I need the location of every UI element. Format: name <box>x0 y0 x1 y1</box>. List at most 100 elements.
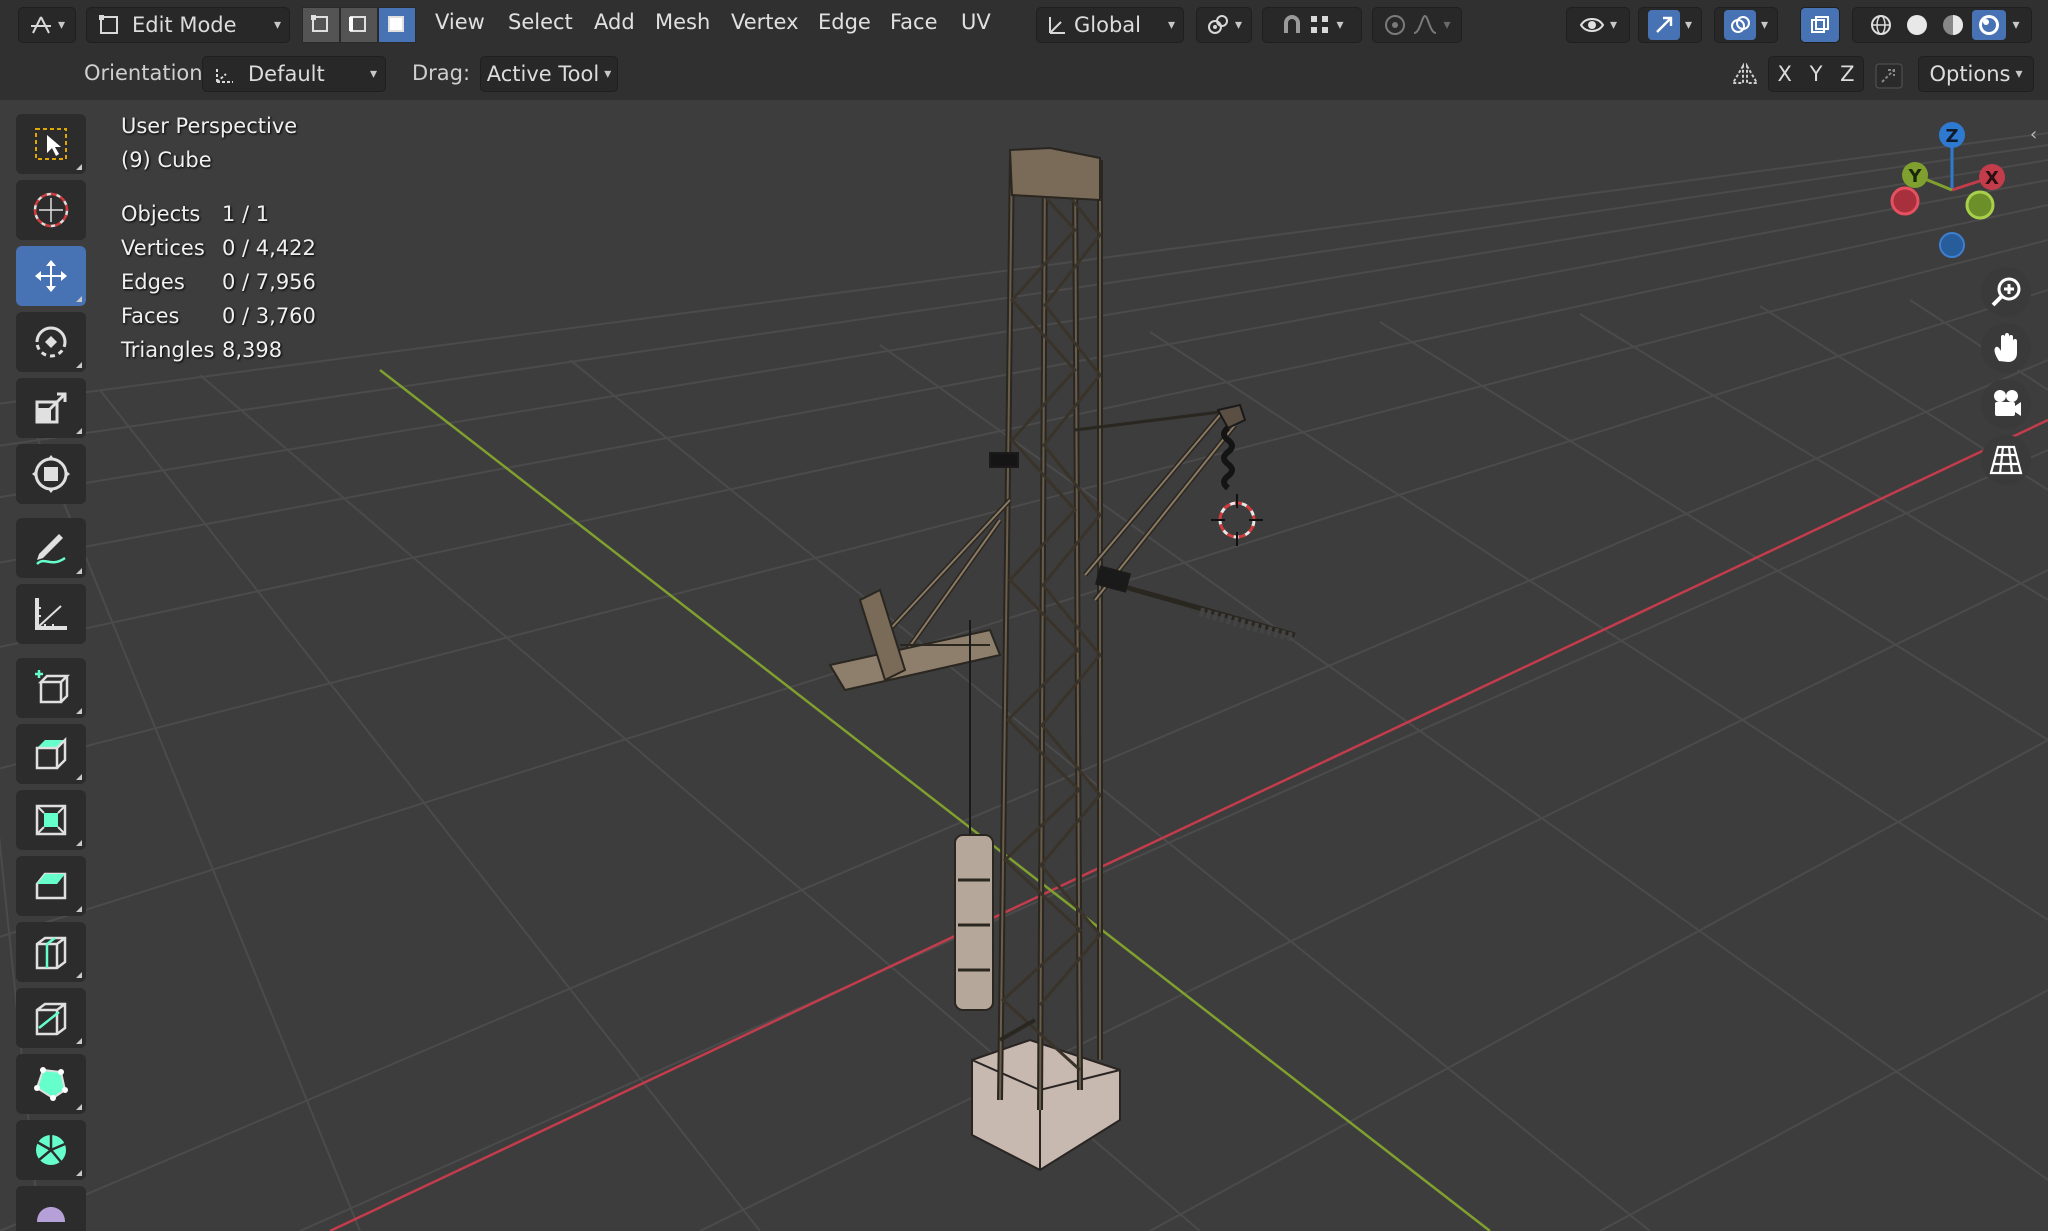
transform-orientation-dropdown[interactable]: Global ▾ <box>1036 7 1184 43</box>
xray-toggle[interactable] <box>1800 7 1840 43</box>
perspective-toggle-button[interactable] <box>1981 435 2031 485</box>
tool-extrude[interactable] <box>16 724 86 784</box>
y-axis-line <box>379 369 1491 1231</box>
tool-settings-bar: Orientation: Default ▾ Drag: Active Tool… <box>0 50 2048 100</box>
chevron-down-icon: ▾ <box>369 66 377 82</box>
vertex-select-icon[interactable] <box>302 7 340 43</box>
tool-inset[interactable] <box>16 790 86 850</box>
gizmo-x-label: X <box>1985 168 1999 189</box>
snap-magnet-icon <box>1284 15 1301 33</box>
tool-bevel[interactable] <box>16 856 86 916</box>
tool-smooth[interactable] <box>16 1186 86 1231</box>
edge-select-icon[interactable] <box>340 7 378 43</box>
proportional-editing-group[interactable]: ▾ <box>1372 7 1462 43</box>
tool-loop-cut[interactable] <box>16 922 86 982</box>
poly-build-icon <box>34 1067 68 1101</box>
bevel-icon <box>35 872 67 900</box>
camera-icon <box>1994 390 2021 416</box>
rendered-shading-icon[interactable] <box>1972 10 2007 40</box>
tool-select-box[interactable] <box>16 114 86 174</box>
stat-value-faces: 0 / 3,760 <box>222 304 316 328</box>
menu-mesh[interactable]: Mesh <box>655 10 710 34</box>
menu-select[interactable]: Select <box>508 10 573 34</box>
orientation-label: Global <box>1074 13 1141 37</box>
chevron-down-icon: ▾ <box>1609 17 1618 33</box>
face-select-icon[interactable] <box>378 7 416 43</box>
menu-vertex[interactable]: Vertex <box>731 10 799 34</box>
wireframe-shading-icon[interactable] <box>1864 10 1898 40</box>
editor-type-button[interactable]: ▾ <box>18 7 76 43</box>
tool-measure[interactable] <box>16 584 86 644</box>
pan-button[interactable] <box>1981 323 2031 373</box>
tool-poly-build[interactable] <box>16 1054 86 1114</box>
auto-merge-icon[interactable] <box>1874 62 1904 90</box>
sidebar-toggle-icon[interactable]: ‹ <box>2030 124 2037 145</box>
object-visibility-dropdown[interactable]: ▾ <box>1566 7 1630 43</box>
tool-knife[interactable] <box>16 988 86 1048</box>
overlays-toggle[interactable]: ▾ <box>1714 7 1778 43</box>
mirror-icon[interactable] <box>1730 63 1760 89</box>
overlays-icon <box>1723 10 1756 40</box>
material-shading-icon[interactable] <box>1936 10 1970 40</box>
mode-dropdown[interactable]: Edit Mode ▾ <box>86 7 290 43</box>
tool-annotate[interactable] <box>16 518 86 578</box>
options-dropdown[interactable]: Options ▾ <box>1918 56 2034 92</box>
chevron-down-icon: ▾ <box>1760 17 1769 33</box>
tool-move[interactable] <box>16 246 86 306</box>
chevron-down-icon: ▾ <box>1167 17 1175 33</box>
knife-icon <box>35 1002 67 1036</box>
chevron-down-icon: ▾ <box>604 66 612 82</box>
tool-spin[interactable] <box>16 1120 86 1180</box>
mirror-y-toggle[interactable]: Y <box>1800 62 1831 86</box>
mirror-x-toggle[interactable]: X <box>1769 62 1800 86</box>
tool-transform[interactable] <box>16 444 86 504</box>
orientation-axes-icon <box>1049 17 1065 34</box>
gizmo-neg-x-handle <box>1890 186 1920 216</box>
move-icon <box>35 260 67 292</box>
x-axis-line <box>329 418 2048 1231</box>
select-box-icon <box>35 128 67 160</box>
menu-face[interactable]: Face <box>890 10 938 34</box>
orientation-default-dropdown[interactable]: Default ▾ <box>202 56 386 92</box>
pivot-point-dropdown[interactable]: ▾ <box>1196 7 1252 43</box>
mode-label: Edit Mode <box>132 13 237 37</box>
zoom-button[interactable] <box>1981 267 2031 317</box>
viewport-header: ▾ Edit Mode ▾ View Select Add Mesh Verte… <box>0 0 2048 50</box>
xray-icon <box>1811 16 1829 33</box>
tower-mesh <box>828 146 1297 1172</box>
falloff-curve-icon <box>1414 14 1437 34</box>
loop-cut-icon <box>35 936 67 970</box>
menu-add[interactable]: Add <box>594 10 635 34</box>
chevron-down-icon[interactable]: ▾ <box>2012 17 2019 33</box>
gizmo-toggle[interactable]: ▾ <box>1638 7 1702 43</box>
snap-increment-icon <box>1311 16 1329 33</box>
stat-label-vertices: Vertices <box>121 236 205 260</box>
menu-view[interactable]: View <box>435 10 485 34</box>
drag-active-tool-dropdown[interactable]: Active Tool ▾ <box>480 56 618 92</box>
chevron-down-icon: ▾ <box>273 17 281 33</box>
smooth-icon <box>37 1206 65 1222</box>
menu-edge[interactable]: Edge <box>818 10 871 34</box>
edit-mode-icon <box>99 15 118 34</box>
tool-add-cube[interactable] <box>16 658 86 718</box>
snapping-group[interactable]: ▾ <box>1262 7 1362 43</box>
transform-gizmo-icon <box>30 16 51 34</box>
navigation-gizmo[interactable]: Z X Y <box>1880 115 2010 265</box>
tool-cursor[interactable] <box>16 180 86 240</box>
add-cube-icon <box>35 670 71 704</box>
camera-view-button[interactable] <box>1981 379 2031 429</box>
solid-shading-icon[interactable] <box>1900 10 1934 40</box>
menu-uv[interactable]: UV <box>961 10 991 34</box>
chevron-down-icon: ▾ <box>57 17 66 33</box>
options-label: Options <box>1929 62 2011 86</box>
annotate-icon <box>36 534 66 565</box>
measure-icon <box>35 598 67 630</box>
stat-label-faces: Faces <box>121 304 180 328</box>
tool-scale[interactable] <box>16 378 86 438</box>
mirror-axis-group: X Y Z <box>1768 56 1864 92</box>
active-object-label: (9) Cube <box>121 148 212 172</box>
stat-value-triangles: 8,398 <box>222 338 283 362</box>
spin-icon <box>36 1135 66 1165</box>
mirror-z-toggle[interactable]: Z <box>1832 62 1863 86</box>
tool-rotate[interactable] <box>16 312 86 372</box>
